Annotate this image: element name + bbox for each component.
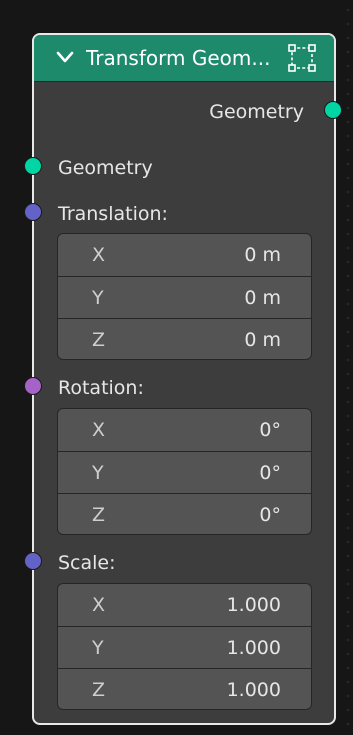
field-value: 0° — [259, 419, 281, 441]
field-value: 0° — [259, 462, 281, 484]
input-geometry-label: Geometry — [58, 157, 153, 179]
output-geometry-label: Geometry — [209, 101, 304, 123]
axis-label: Y — [92, 462, 104, 484]
chevron-down-icon[interactable] — [56, 49, 74, 65]
translation-label: Translation: — [58, 203, 168, 225]
scale-label: Scale: — [58, 552, 116, 574]
axis-label: Z — [92, 679, 106, 701]
rotation-y-field[interactable]: Y 0° — [58, 451, 311, 493]
transform-geometry-node[interactable]: Transform Geom... Geometry Geometry Tran… — [32, 33, 336, 725]
field-value: 1.000 — [226, 679, 281, 701]
translation-vector-field: X 0 m Y 0 m Z 0 m — [57, 233, 312, 360]
rotation-z-field[interactable]: Z 0° — [58, 493, 311, 534]
node-header[interactable]: Transform Geom... — [34, 35, 334, 82]
translation-z-field[interactable]: Z 0 m — [58, 318, 311, 359]
field-value: 0° — [259, 504, 281, 526]
output-geometry-socket[interactable] — [324, 101, 342, 119]
translation-x-field[interactable]: X 0 m — [58, 234, 311, 276]
field-value: 0 m — [244, 287, 281, 309]
scale-x-field[interactable]: X 1.000 — [58, 584, 311, 626]
axis-label: Z — [92, 504, 106, 526]
axis-label: X — [92, 419, 106, 441]
axis-label: Y — [92, 287, 104, 309]
axis-label: X — [92, 244, 106, 266]
scale-y-field[interactable]: Y 1.000 — [58, 626, 311, 668]
field-value: 1.000 — [226, 637, 281, 659]
translation-socket[interactable] — [24, 203, 42, 221]
rotation-vector-field: X 0° Y 0° Z 0° — [57, 408, 312, 535]
bounding-box-icon[interactable] — [286, 43, 318, 73]
scale-z-field[interactable]: Z 1.000 — [58, 668, 311, 709]
node-title: Transform Geom... — [86, 46, 271, 70]
field-value: 0 m — [244, 329, 281, 351]
axis-label: X — [92, 594, 106, 616]
rotation-x-field[interactable]: X 0° — [58, 409, 311, 451]
scale-socket[interactable] — [24, 552, 42, 570]
field-value: 1.000 — [226, 594, 281, 616]
axis-label: Y — [92, 637, 104, 659]
rotation-socket[interactable] — [24, 377, 42, 395]
scale-vector-field: X 1.000 Y 1.000 Z 1.000 — [57, 583, 312, 710]
input-geometry-socket[interactable] — [24, 157, 42, 175]
rotation-label: Rotation: — [58, 377, 144, 399]
axis-label: Z — [92, 329, 106, 351]
field-value: 0 m — [244, 244, 281, 266]
translation-y-field[interactable]: Y 0 m — [58, 276, 311, 318]
